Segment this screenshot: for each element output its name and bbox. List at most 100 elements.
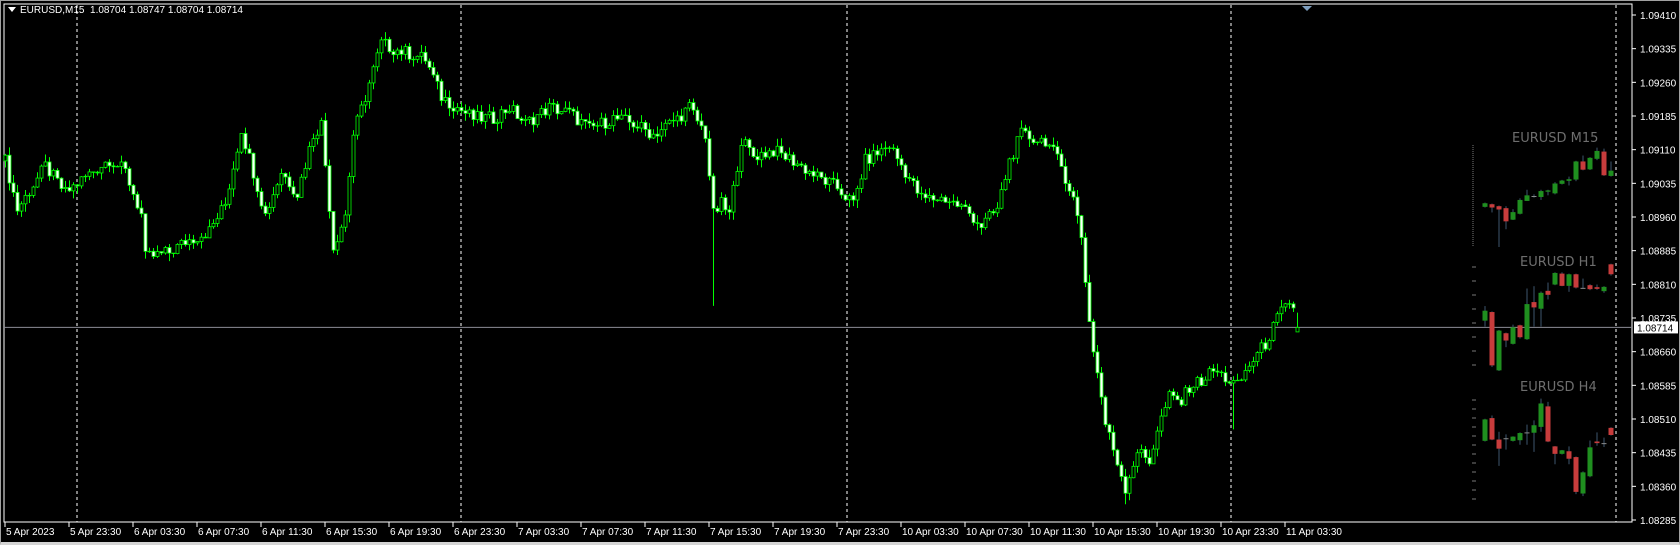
candle-body (191, 239, 196, 244)
mini-candle-body (1566, 274, 1572, 286)
price-label: 1.09110 (1640, 146, 1676, 157)
candle-body (195, 241, 200, 244)
candle-body (1023, 127, 1028, 132)
candle (659, 121, 664, 142)
mini-candle-body (1482, 419, 1488, 441)
candle-body (239, 133, 244, 153)
candle (1127, 474, 1132, 501)
chart-shift-marker-icon[interactable] (1302, 6, 1312, 11)
candle (1059, 149, 1064, 167)
candle-body (955, 200, 960, 207)
mini-candle (1531, 194, 1537, 198)
candle (655, 126, 660, 143)
mini-candle-body (1601, 443, 1607, 445)
candle-body (115, 166, 120, 168)
candle (635, 120, 640, 132)
candle (151, 248, 156, 259)
price-label: 1.08885 (1640, 247, 1677, 258)
candle (747, 138, 752, 156)
candle-body (459, 107, 464, 112)
candle-body (1291, 303, 1296, 309)
candle (55, 168, 60, 180)
candle (47, 157, 52, 181)
candle-body (971, 213, 976, 224)
candle (699, 113, 704, 131)
candle (1171, 388, 1176, 401)
price-chart[interactable]: EURUSD M15EURUSD H1EURUSD H4 1.094101.09… (0, 0, 1680, 545)
candle (1275, 311, 1280, 326)
candle (63, 180, 68, 193)
candle-body (583, 119, 588, 122)
candle-body (307, 146, 312, 169)
candle-body (647, 129, 652, 139)
candle (1211, 364, 1216, 379)
candle (1203, 376, 1208, 387)
candle-body (275, 184, 280, 196)
candle (1223, 365, 1228, 387)
chart-header: EURUSD,M15 1.08704 1.08747 1.08704 1.087… (8, 5, 243, 16)
candle (1099, 367, 1104, 405)
mini-candle-body (1545, 406, 1551, 442)
candle (467, 106, 472, 118)
candle-body (431, 67, 436, 76)
candle-body (367, 82, 372, 102)
candle-body (227, 188, 232, 205)
candle-body (1263, 342, 1268, 350)
candle (531, 112, 536, 133)
mini-candle-body (1496, 439, 1502, 449)
mini-chart-h1: EURUSD H1 (1472, 255, 1614, 372)
candle (627, 108, 632, 131)
candle-body (1003, 179, 1008, 191)
candle (11, 174, 16, 197)
candle (407, 42, 412, 64)
candle-body (327, 165, 332, 212)
candle-body (399, 49, 404, 55)
mini-candle (1573, 160, 1579, 182)
candle-body (391, 51, 396, 56)
time-label: 10 Apr 15:30 (1094, 527, 1151, 538)
candle (1199, 373, 1204, 387)
candle (471, 108, 476, 127)
candle (543, 102, 548, 119)
mini-candle (1524, 189, 1530, 201)
candle-body (423, 51, 428, 62)
candle (839, 184, 844, 199)
candle-body (231, 168, 236, 190)
candle (223, 197, 228, 210)
candle-body (995, 207, 1000, 214)
candle-body (1255, 352, 1260, 362)
candle-body (775, 145, 780, 157)
mini-candle (1531, 286, 1537, 327)
mini-candle-body (1608, 427, 1614, 435)
candle-body (203, 236, 208, 239)
current-price-label: 1.08714 (1637, 323, 1674, 334)
mini-candle (1503, 434, 1509, 450)
candle (643, 119, 648, 137)
collapse-triangle-icon[interactable] (8, 7, 16, 12)
mini-candle (1594, 432, 1600, 446)
candle-body (155, 251, 160, 257)
candle-body (1131, 465, 1136, 479)
candle-body (787, 154, 792, 160)
candle (1267, 338, 1272, 351)
candle (527, 116, 532, 125)
candle-body (395, 49, 400, 56)
candle-body (463, 110, 468, 114)
candle (307, 141, 312, 171)
candle-body (1191, 386, 1196, 393)
candle-body (79, 176, 84, 187)
candle (563, 101, 568, 113)
candle-body (47, 161, 52, 177)
candle (835, 172, 840, 191)
candle-body (123, 161, 128, 170)
candle (323, 112, 328, 168)
candle-body (411, 58, 416, 61)
candle (1003, 174, 1008, 191)
candle (911, 175, 916, 187)
candle-body (243, 133, 248, 150)
candle-body (1071, 190, 1076, 198)
candle (1251, 356, 1256, 374)
candle (1231, 376, 1236, 430)
candle-body (1123, 476, 1128, 494)
mini-chart-m15: EURUSD M15 (1472, 131, 1614, 247)
